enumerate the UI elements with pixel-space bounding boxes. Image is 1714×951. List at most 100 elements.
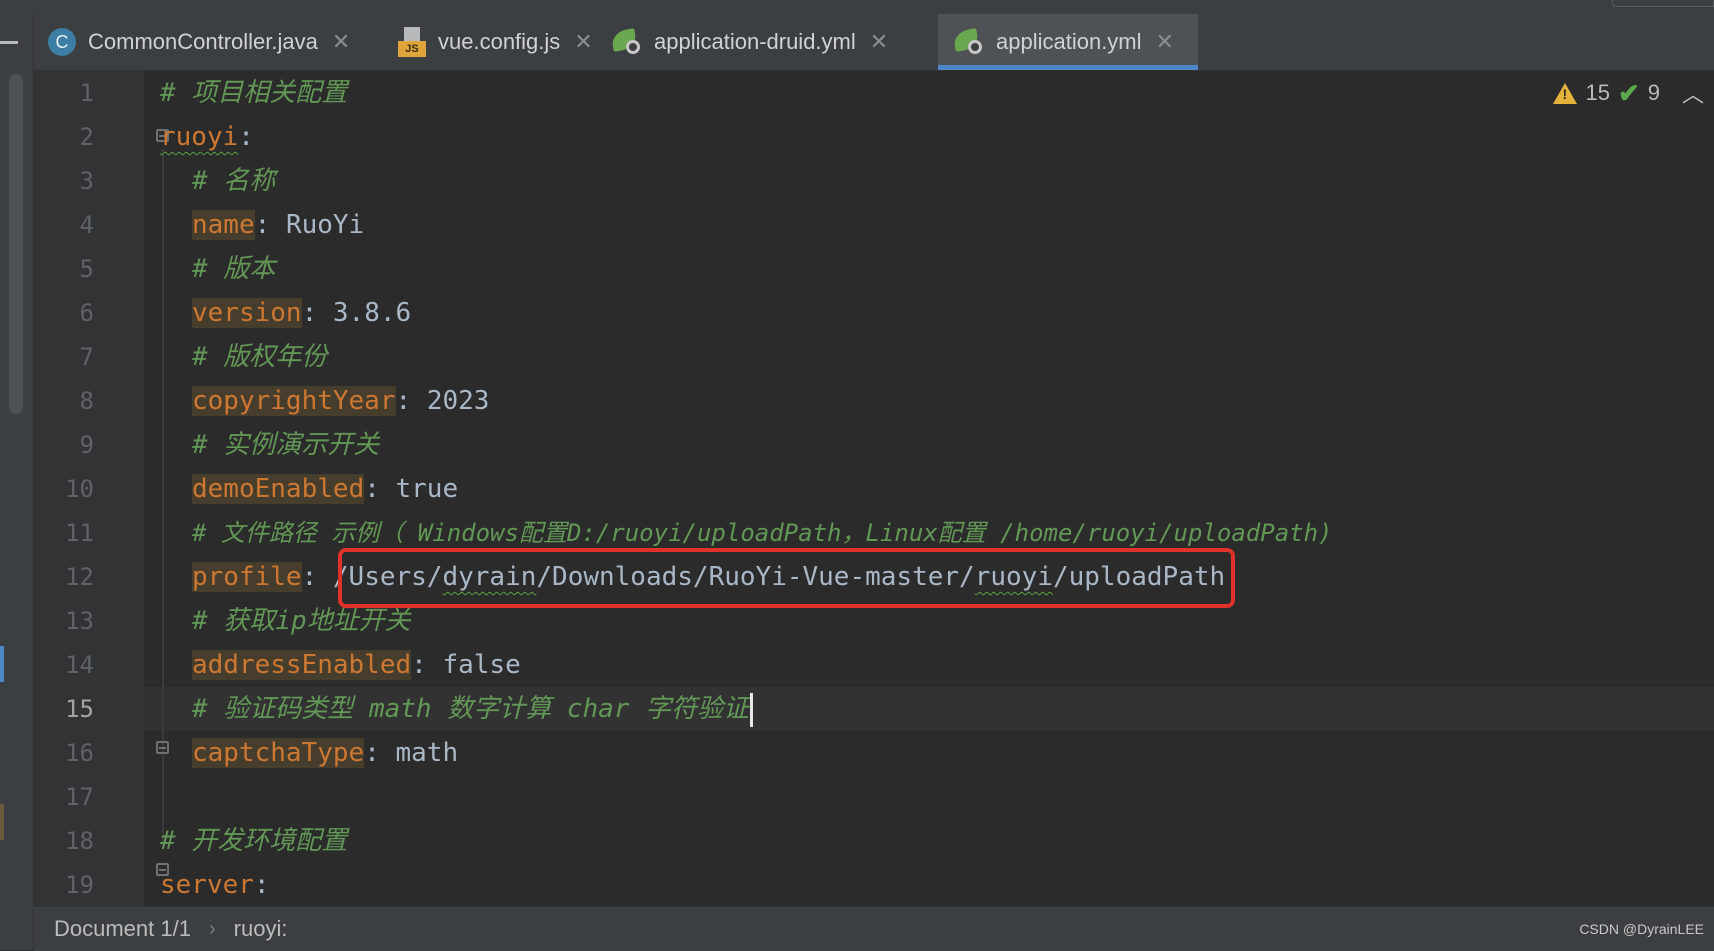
yaml-comment: # 开发环境配置 (160, 826, 348, 856)
yaml-key: profile (192, 562, 302, 592)
tab-label: application.yml (996, 29, 1142, 54)
yaml-comment: # 文件路径 示例（ (192, 519, 418, 547)
tool-window-marker[interactable] (0, 646, 4, 682)
close-icon[interactable]: ✕ (1156, 29, 1174, 55)
tab-vue-config[interactable]: JS vue.config.js ✕ (398, 14, 594, 70)
line-number[interactable]: 7 (34, 335, 94, 379)
yaml-value: math (395, 738, 459, 768)
highlight-annotation-box (338, 548, 1235, 608)
line-number[interactable]: 8 (34, 379, 94, 423)
java-class-icon: C (48, 28, 76, 56)
weak-warning-count: 9 (1647, 80, 1660, 105)
yaml-comment: # 获取ip地址开关 (192, 606, 411, 636)
close-icon[interactable]: ✕ (574, 29, 592, 55)
line-number[interactable]: 17 (34, 775, 94, 819)
yaml-key: addressEnabled (192, 650, 412, 680)
code-line-14[interactable]: addressEnabled: false (192, 643, 521, 687)
line-number[interactable]: 4 (34, 203, 94, 247)
yaml-key: ruoyi (160, 122, 239, 152)
inspection-widget[interactable]: 15 ✔ 9 ︿ (1553, 71, 1714, 115)
yaml-separator: : (301, 298, 333, 328)
line-number[interactable]: 9 (34, 423, 94, 467)
tab-common-controller[interactable]: C CommonController.java ✕ (48, 14, 366, 70)
breadcrumb-path[interactable]: ruoyi: (234, 916, 288, 942)
code-line-16[interactable]: captchaType: math (192, 731, 458, 775)
yaml-value: 2023 (426, 386, 490, 416)
fold-icon[interactable] (156, 741, 169, 754)
close-icon[interactable]: ✕ (870, 29, 888, 55)
line-number-gutter[interactable]: 1 2 3 4 5 6 7 8 9 10 11 12 13 14 15 16 17 18 19 (34, 71, 144, 906)
tab-application-yml[interactable]: application.yml ✕ (938, 14, 1198, 70)
javascript-file-icon: JS (398, 27, 426, 57)
yaml-comment: # 项目相关配置 (160, 78, 348, 108)
spring-yaml-icon (610, 28, 642, 56)
yaml-value: RuoYi (285, 210, 365, 240)
yaml-separator: : (238, 122, 254, 152)
line-number[interactable]: 3 (34, 159, 94, 203)
chevron-up-icon[interactable]: ︿ (1682, 77, 1704, 109)
yaml-comment: Windows配置D:/ruoyi/uploadPath，Linux配置 /ho… (417, 519, 1333, 547)
yaml-key: name (192, 210, 255, 240)
line-number[interactable]: 19 (34, 863, 94, 906)
line-number[interactable]: 18 (34, 819, 94, 863)
yaml-separator: : (254, 210, 286, 240)
line-number[interactable]: 5 (34, 247, 94, 291)
code-editor[interactable]: 12345678910111213141516171819 15 ✔ 9 ︿ #… (34, 71, 1714, 906)
code-line-8[interactable]: copyrightYear: 2023 (192, 379, 489, 423)
yaml-separator: : (395, 386, 427, 416)
yaml-separator: : (364, 738, 396, 768)
text-caret (750, 692, 754, 727)
watermark: CSDN @DyrainLEE (1579, 921, 1704, 937)
code-line-7[interactable]: # 版权年份 (192, 335, 327, 379)
line-number[interactable]: 12 (34, 555, 94, 599)
code-line-6[interactable]: version: 3.8.6 (192, 291, 411, 335)
code-line-5[interactable]: # 版本 (192, 247, 275, 291)
yaml-comment: # 名称 (192, 166, 276, 196)
spring-yaml-icon (952, 28, 984, 56)
yaml-value: true (395, 474, 459, 504)
editor-tab-bar: C CommonController.java ✕ JS vue.config.… (34, 14, 1714, 71)
tab-label: application-druid.yml (654, 29, 856, 54)
code-line-2[interactable]: ruoyi: (160, 115, 254, 159)
code-line-10[interactable]: demoEnabled: true (192, 467, 458, 511)
chevron-right-icon: › (208, 917, 216, 940)
warning-icon (1553, 82, 1578, 104)
tool-strip-scrollbar[interactable] (9, 74, 23, 414)
yaml-key: version (192, 298, 302, 328)
yaml-key: server (160, 870, 254, 900)
yaml-comment: # 版本 (192, 254, 276, 284)
breadcrumb-document[interactable]: Document 1/1 (54, 916, 191, 942)
yaml-separator: : (411, 650, 443, 680)
toolbar-button[interactable] (1612, 0, 1714, 7)
code-line-18[interactable]: # 开发环境配置 (160, 819, 347, 863)
collapse-icon[interactable] (0, 41, 18, 44)
code-line-15[interactable]: # 验证码类型 math 数字计算 char 字符验证 (192, 687, 754, 731)
yaml-comment: # 验证码类型 math 数字计算 char 字符验证 (192, 694, 750, 724)
yaml-comment: # 实例演示开关 (192, 430, 380, 460)
yaml-comment: # 版权年份 (192, 342, 328, 372)
line-number[interactable]: 6 (34, 291, 94, 335)
warning-count: 15 (1585, 80, 1610, 105)
line-number[interactable]: 11 (34, 511, 94, 555)
yaml-separator: : (364, 474, 396, 504)
line-number[interactable]: 16 (34, 731, 94, 775)
code-line-3[interactable]: # 名称 (192, 159, 275, 203)
line-number[interactable]: 10 (34, 467, 94, 511)
line-number[interactable]: 1 (34, 71, 94, 115)
code-line-19[interactable]: server: (160, 863, 270, 906)
line-number[interactable]: 13 (34, 599, 94, 643)
yaml-separator: : (253, 870, 270, 900)
code-line-9[interactable]: # 实例演示开关 (192, 423, 379, 467)
line-number[interactable]: 14 (34, 643, 94, 687)
code-line-4[interactable]: name: RuoYi (192, 203, 364, 247)
tool-window-marker[interactable] (0, 804, 4, 840)
tab-application-druid[interactable]: application-druid.yml ✕ (610, 14, 898, 70)
yaml-value: 3.8.6 (332, 298, 412, 328)
line-number[interactable]: 15 (34, 687, 94, 731)
close-icon[interactable]: ✕ (332, 29, 350, 55)
breadcrumb-bar: Document 1/1 › ruoyi: CSDN @DyrainLEE (34, 906, 1714, 951)
check-icon: ✔ (1617, 77, 1640, 108)
code-line-1[interactable]: # 项目相关配置 (160, 71, 347, 115)
yaml-key: demoEnabled (192, 474, 365, 504)
line-number[interactable]: 2 (34, 115, 94, 159)
